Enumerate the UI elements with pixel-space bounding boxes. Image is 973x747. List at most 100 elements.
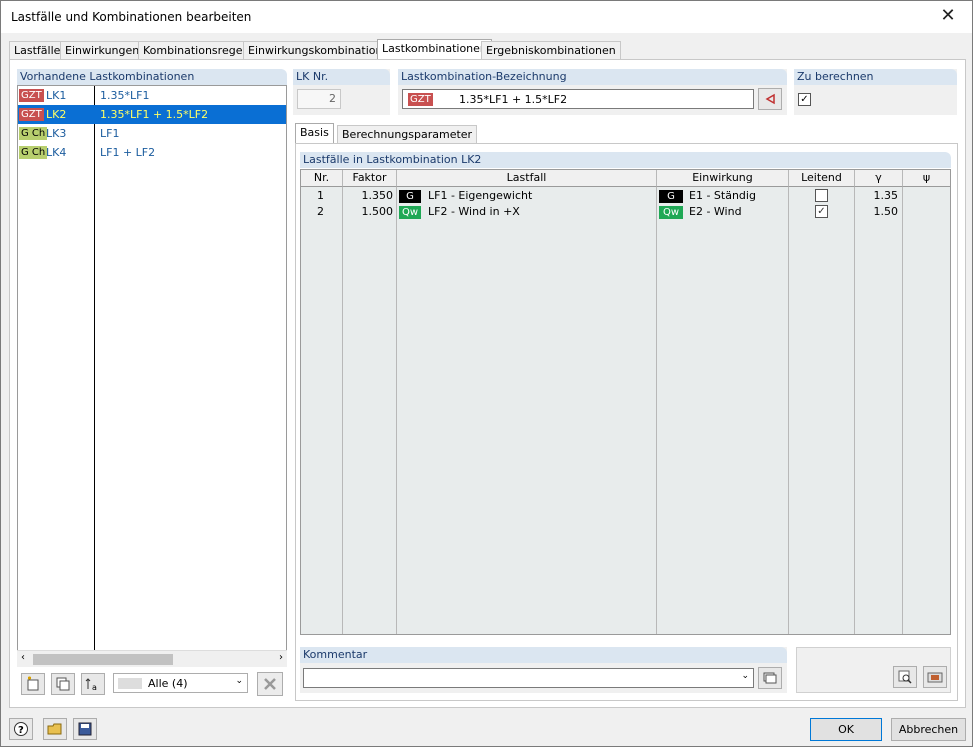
col-header-lastfall: Lastfall — [397, 170, 657, 187]
gzt-badge: GZT — [19, 108, 44, 121]
filter-swatch — [118, 678, 142, 689]
close-icon[interactable]: ✕ — [936, 5, 960, 29]
cell-nr: 2 — [317, 205, 324, 218]
col-header-leitend: Leitend — [789, 170, 855, 187]
lk-name: LK3 — [46, 127, 67, 140]
chevron-down-icon: ⌄ — [741, 671, 749, 681]
delete-icon — [264, 678, 276, 690]
title-bar: Lastfälle und Kombinationen bearbeiten ✕ — [1, 1, 972, 33]
cell-einwirkung: E2 - Wind — [689, 205, 742, 218]
copy-icon — [56, 677, 70, 691]
arrow-left-icon — [765, 93, 775, 105]
bezeichnung-field[interactable]: GZT 1.35*LF1 + 1.5*LF2 — [402, 89, 754, 109]
tab-kombinationsregeln[interactable]: Kombinationsregeln — [138, 41, 258, 59]
cell-gamma: 1.35 — [873, 189, 899, 202]
filter-select[interactable]: Alle (4) ⌄ — [113, 673, 248, 693]
lk-formula: LF1 — [100, 127, 120, 140]
lk-formula: 1.35*LF1 — [100, 89, 150, 102]
col-divider — [342, 187, 343, 634]
kommentar-browse-button[interactable] — [758, 667, 782, 689]
ok-button[interactable]: OK — [810, 718, 882, 741]
copy-lk-button[interactable] — [51, 673, 75, 695]
lknr-label: LK Nr. — [293, 69, 390, 85]
cell-faktor: 1.500 — [361, 205, 394, 218]
gch-badge: G Ch — [19, 146, 48, 159]
qw-badge: Qw — [659, 206, 683, 219]
tab-ergebniskombinationen[interactable]: Ergebniskombinationen — [481, 41, 621, 59]
scroll-left-icon[interactable]: ‹ — [21, 652, 25, 663]
gzt-badge: GZT — [408, 93, 433, 106]
tab-einwirkungen[interactable]: Einwirkungen — [60, 41, 145, 59]
gzt-badge: GZT — [19, 89, 44, 102]
list-item[interactable]: G Ch LK4 LF1 + LF2 — [18, 143, 286, 162]
col-divider — [656, 187, 657, 634]
delete-lk-button[interactable] — [257, 672, 283, 696]
save-button[interactable] — [73, 718, 97, 740]
bezeichnung-value: 1.35*LF1 + 1.5*LF2 — [459, 93, 568, 106]
tab-lastfaelle[interactable]: Lastfälle — [9, 41, 66, 59]
subtab-basis[interactable]: Basis — [295, 123, 334, 144]
list-divider — [94, 86, 95, 666]
cell-einwirkung: E1 - Ständig — [689, 189, 756, 202]
scroll-right-icon[interactable]: › — [279, 652, 283, 663]
cell-nr: 1 — [317, 189, 324, 202]
save-icon — [78, 722, 92, 736]
col-header-psi: ψ — [903, 170, 950, 187]
new-lk-button[interactable] — [21, 673, 45, 695]
cell-gamma: 1.50 — [873, 205, 899, 218]
scroll-thumb[interactable] — [33, 654, 173, 665]
dialog-window: Lastfälle und Kombinationen bearbeiten ✕… — [0, 0, 973, 747]
renumber-icon: a — [85, 678, 97, 692]
zuberechnen-checkbox[interactable]: ✓ — [798, 93, 811, 106]
zuberechnen-label: Zu berechnen — [794, 69, 957, 85]
col-divider — [854, 187, 855, 634]
help-button[interactable]: ? — [9, 718, 33, 740]
view-details-button[interactable] — [893, 666, 917, 688]
col-header-faktor: Faktor — [343, 170, 397, 187]
col-header-gamma: γ — [855, 170, 903, 187]
lastfall-table[interactable]: Nr. Faktor Lastfall Einwirkung Leitend γ… — [300, 169, 951, 635]
leitend-checkbox[interactable]: ✓ — [815, 205, 828, 218]
cell-lastfall: LF1 - Eigengewicht — [428, 189, 533, 202]
col-divider — [396, 187, 397, 634]
g-badge: G — [659, 190, 683, 203]
cancel-button[interactable]: Abbrechen — [891, 718, 966, 741]
horizontal-scrollbar[interactable]: ‹ › — [17, 650, 287, 667]
kommentar-label: Kommentar — [300, 647, 787, 663]
filter-value: Alle (4) — [148, 677, 188, 690]
settings-button[interactable] — [923, 666, 947, 688]
leitend-checkbox[interactable] — [815, 189, 828, 202]
kommentar-field[interactable]: ⌄ — [303, 668, 754, 688]
cell-lastfall: LF2 - Wind in +X — [428, 205, 520, 218]
magnifier-icon — [898, 670, 912, 684]
list-item-selected[interactable]: GZT LK2 1.35*LF1 + 1.5*LF2 — [18, 105, 286, 124]
settings-icon — [927, 672, 943, 683]
col-divider — [788, 187, 789, 634]
tab-lastkombinationen[interactable]: Lastkombinationen — [377, 39, 492, 60]
svg-text:a: a — [92, 683, 97, 692]
open-button[interactable] — [43, 718, 67, 740]
lk-formula: LF1 + LF2 — [100, 146, 156, 159]
list-item[interactable]: GZT LK1 1.35*LF1 — [18, 86, 286, 105]
bezeichnung-label: Lastkombination-Bezeichnung — [398, 69, 787, 85]
svg-text:?: ? — [18, 725, 24, 736]
qw-badge: Qw — [399, 206, 421, 219]
comment-library-icon — [763, 672, 777, 684]
subtab-berechnungsparameter[interactable]: Berechnungsparameter — [337, 125, 478, 143]
col-header-einwirkung: Einwirkung — [657, 170, 789, 187]
window-title: Lastfälle und Kombinationen bearbeiten — [11, 10, 252, 24]
col-divider — [902, 187, 903, 634]
lknr-field: 2 — [297, 89, 341, 109]
lk-name: LK1 — [46, 89, 67, 102]
chevron-down-icon: ⌄ — [235, 676, 243, 686]
bezeichnung-reset-button[interactable] — [758, 88, 782, 110]
folder-icon — [47, 723, 62, 735]
renumber-button[interactable]: a — [81, 673, 105, 695]
lk-name: LK2 — [46, 108, 67, 121]
lk-formula: 1.35*LF1 + 1.5*LF2 — [100, 108, 209, 121]
lastkombination-list[interactable]: GZT LK1 1.35*LF1 GZT LK2 1.35*LF1 + 1.5*… — [17, 85, 287, 667]
list-item[interactable]: G Ch LK3 LF1 — [18, 124, 286, 143]
table-title: Lastfälle in Lastkombination LK2 — [300, 152, 951, 168]
list-title: Vorhandene Lastkombinationen — [17, 69, 287, 85]
col-header-nr: Nr. — [301, 170, 343, 187]
